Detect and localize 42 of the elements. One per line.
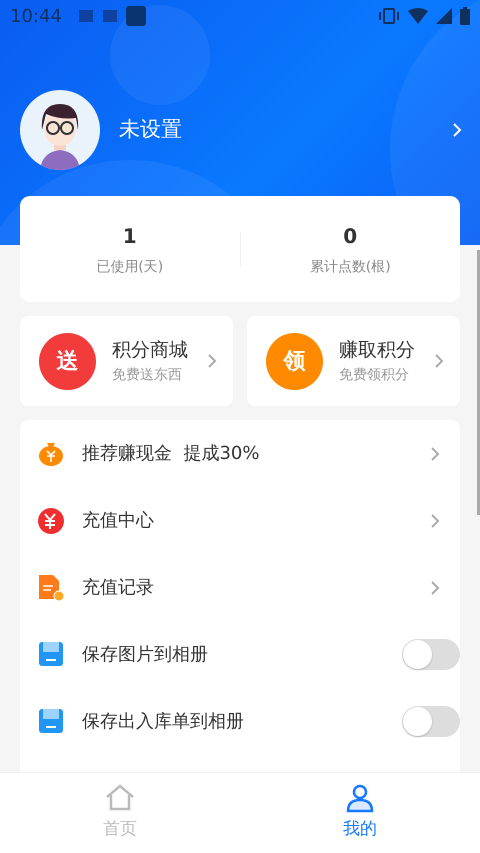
menu-label: 保存图片到相册 xyxy=(82,643,209,667)
menu-label: 充值记录 xyxy=(82,576,155,600)
user-name[interactable]: 未设置 xyxy=(119,114,452,146)
menu-item[interactable]: 充值记录 xyxy=(20,554,460,621)
chevron-icon xyxy=(207,353,217,369)
notification-icon xyxy=(102,9,118,23)
menu-item[interactable]: 推荐赚现金 提成30% xyxy=(20,420,460,487)
shortcut-subtitle: 免费领积分 xyxy=(339,366,410,385)
tab[interactable]: 我的 xyxy=(240,773,480,853)
chevron-icon xyxy=(430,446,440,462)
wifi-icon xyxy=(408,8,428,24)
menu-item[interactable]: 充值中心 xyxy=(20,487,460,554)
chevron-icon xyxy=(452,122,462,138)
badge-icon: 领 xyxy=(266,332,323,390)
stat-value: 1 xyxy=(122,222,138,250)
chevron-icon xyxy=(430,580,440,596)
bill-icon xyxy=(38,574,66,602)
stat-label: 累计点数(根) xyxy=(308,258,392,276)
menu-label: 充值中心 xyxy=(82,509,155,533)
toggle-switch[interactable] xyxy=(402,639,460,670)
chevron-icon xyxy=(430,512,440,528)
toggle-switch[interactable] xyxy=(402,706,460,737)
home-icon xyxy=(104,783,136,814)
user-icon xyxy=(344,783,376,814)
signal-icon xyxy=(436,8,452,24)
stat-value: 0 xyxy=(342,222,358,250)
shortcut-subtitle: 免费送东西 xyxy=(112,366,183,385)
yuan-coin-icon xyxy=(38,506,66,534)
shortcut-card[interactable]: 领 赚取积分 免费领积分 xyxy=(247,316,460,406)
shortcut-card[interactable]: 送 积分商城 免费送东西 xyxy=(20,316,233,406)
notification-icon xyxy=(78,9,94,23)
app-icon xyxy=(126,6,146,26)
shortcut-title: 积分商城 xyxy=(112,338,189,364)
menu-label: 推荐赚现金 提成30% xyxy=(82,442,260,466)
shortcut-title: 赚取积分 xyxy=(339,338,416,364)
stat-label: 已使用(天) xyxy=(95,258,164,276)
status-time: 10:44 xyxy=(10,4,62,28)
badge-icon: 送 xyxy=(39,332,96,390)
vibrate-icon xyxy=(378,8,400,24)
chevron-icon xyxy=(434,353,444,369)
battery-icon xyxy=(460,7,470,25)
menu-label: 保存出入库单到相册 xyxy=(82,710,245,734)
